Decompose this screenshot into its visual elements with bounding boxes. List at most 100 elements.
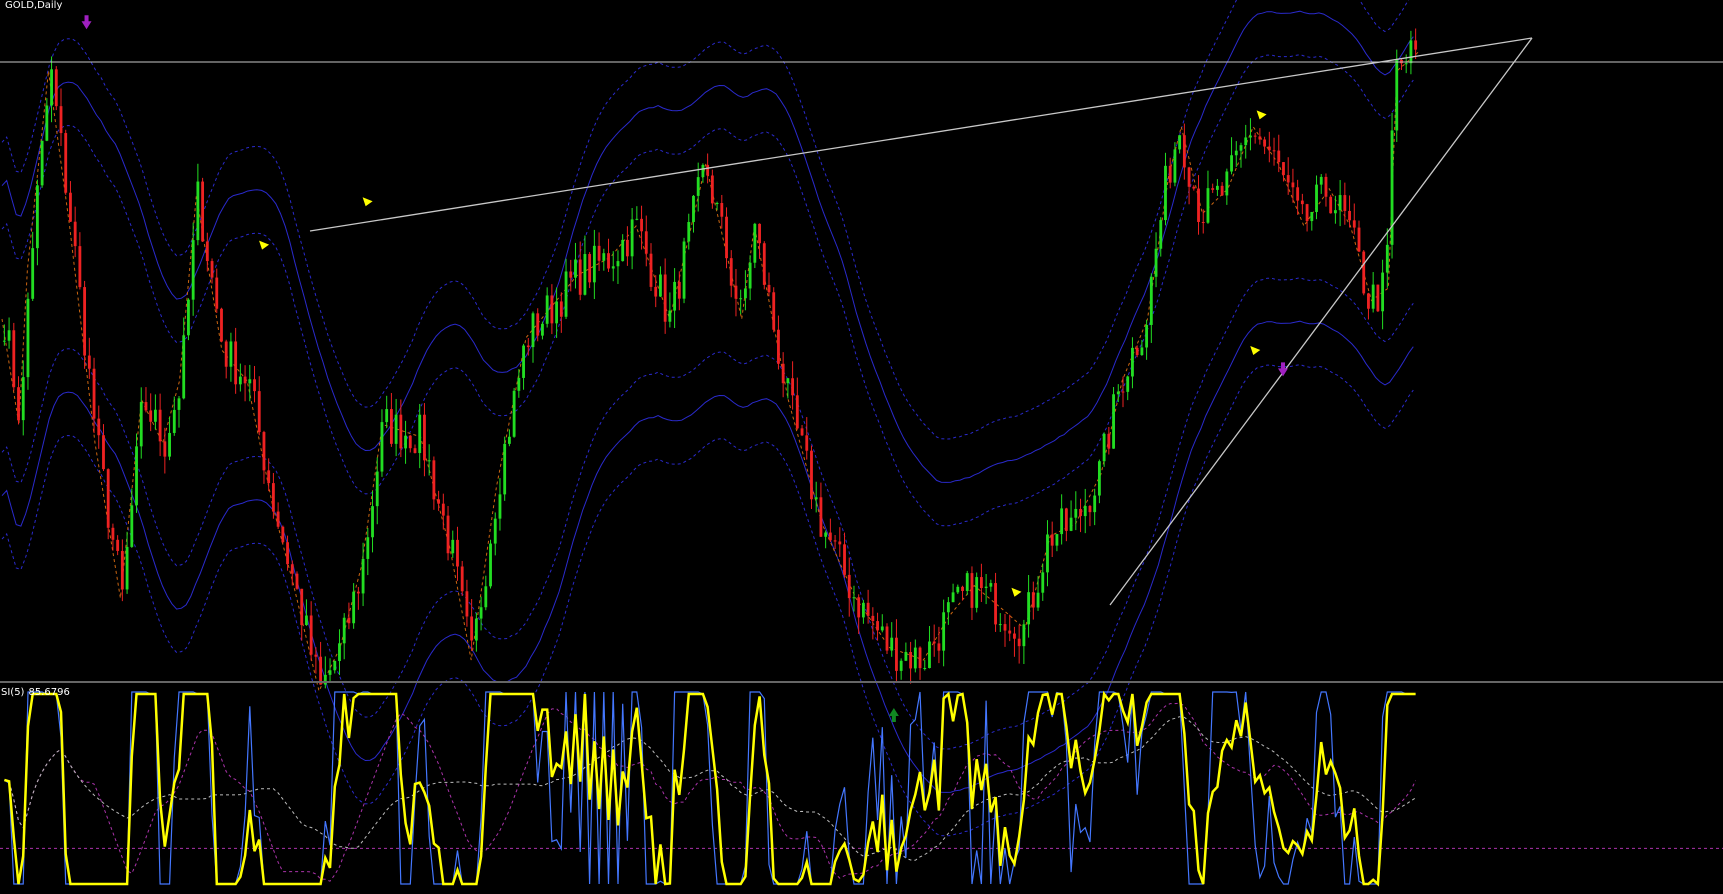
- candle-body[interactable]: [1258, 136, 1262, 140]
- candle-body[interactable]: [456, 539, 459, 567]
- candle-body[interactable]: [748, 262, 752, 289]
- candle-body[interactable]: [625, 239, 629, 257]
- candle-body[interactable]: [517, 377, 521, 391]
- candle-body[interactable]: [1296, 187, 1300, 201]
- candle-body[interactable]: [21, 377, 25, 421]
- candle-body[interactable]: [380, 422, 384, 472]
- candle-body[interactable]: [262, 432, 266, 471]
- candle-body[interactable]: [1036, 592, 1040, 608]
- candle-body[interactable]: [1083, 505, 1087, 517]
- candle-body[interactable]: [1225, 171, 1229, 196]
- candle-body[interactable]: [92, 368, 96, 419]
- candle-body[interactable]: [512, 390, 516, 437]
- candle-body[interactable]: [1041, 572, 1045, 593]
- candle-body[interactable]: [1362, 251, 1366, 294]
- candle-body[interactable]: [111, 527, 115, 540]
- candle-body[interactable]: [1371, 284, 1375, 309]
- candle-body[interactable]: [592, 245, 596, 283]
- candle-body[interactable]: [40, 140, 44, 186]
- candle-body[interactable]: [489, 543, 492, 587]
- candle-body[interactable]: [45, 105, 49, 141]
- candle-body[interactable]: [989, 583, 993, 587]
- candle-body[interactable]: [951, 592, 955, 603]
- candle-body[interactable]: [866, 602, 870, 616]
- candle-body[interactable]: [899, 660, 903, 671]
- candle-body[interactable]: [305, 615, 308, 626]
- candle-body[interactable]: [281, 526, 285, 543]
- candle-body[interactable]: [668, 310, 672, 322]
- candle-body[interactable]: [1187, 167, 1191, 187]
- candle-body[interactable]: [923, 668, 927, 670]
- candle-body[interactable]: [1385, 244, 1389, 273]
- candle-body[interactable]: [663, 274, 667, 322]
- candle-body[interactable]: [1338, 195, 1342, 211]
- candle-body[interactable]: [153, 409, 157, 422]
- candle-body[interactable]: [465, 591, 469, 617]
- candle-body[interactable]: [1414, 40, 1418, 50]
- candle-body[interactable]: [389, 409, 393, 444]
- candle-body[interactable]: [1017, 638, 1021, 647]
- candle-body[interactable]: [87, 355, 91, 369]
- candle-body[interactable]: [437, 499, 441, 504]
- candle-body[interactable]: [1145, 324, 1149, 348]
- candle-body[interactable]: [522, 345, 525, 378]
- candle-body[interactable]: [1003, 624, 1007, 631]
- candle-body[interactable]: [1315, 184, 1318, 212]
- candle-body[interactable]: [106, 469, 110, 528]
- candle-body[interactable]: [814, 497, 818, 500]
- candle-body[interactable]: [588, 254, 592, 283]
- candle-body[interactable]: [26, 298, 30, 378]
- candle-body[interactable]: [1107, 433, 1111, 449]
- candle-body[interactable]: [677, 281, 681, 299]
- candle-body[interactable]: [1230, 155, 1233, 172]
- candle-body[interactable]: [1310, 211, 1314, 222]
- candle-body[interactable]: [979, 577, 983, 589]
- candle-body[interactable]: [710, 175, 714, 204]
- candle-body[interactable]: [1178, 135, 1182, 150]
- candle-body[interactable]: [172, 409, 176, 433]
- candle-body[interactable]: [253, 379, 256, 392]
- candle-body[interactable]: [555, 301, 559, 324]
- candle-body[interactable]: [602, 253, 606, 261]
- candle-body[interactable]: [597, 245, 601, 261]
- candle-body[interactable]: [531, 313, 535, 348]
- candle-body[interactable]: [762, 243, 766, 285]
- candle-body[interactable]: [795, 395, 799, 429]
- candle-body[interactable]: [1215, 185, 1219, 190]
- candle-body[interactable]: [1069, 517, 1073, 531]
- candle-body[interactable]: [158, 409, 162, 442]
- candle-body[interactable]: [1324, 176, 1328, 197]
- candle-body[interactable]: [913, 647, 917, 669]
- candle-body[interactable]: [1140, 347, 1144, 356]
- candle-body[interactable]: [616, 261, 620, 267]
- candle-body[interactable]: [1046, 534, 1049, 573]
- candle-body[interactable]: [64, 133, 68, 193]
- candle-body[interactable]: [1404, 63, 1408, 65]
- candle-body[interactable]: [187, 299, 190, 336]
- candle-body[interactable]: [286, 542, 289, 565]
- candle-body[interactable]: [791, 378, 795, 396]
- candle-body[interactable]: [1097, 461, 1101, 496]
- candle-body[interactable]: [569, 271, 573, 278]
- candle-body[interactable]: [290, 564, 294, 574]
- candle-body[interactable]: [696, 177, 700, 196]
- candle-body[interactable]: [701, 164, 705, 178]
- candle-body[interactable]: [729, 258, 733, 286]
- candle-body[interactable]: [441, 503, 445, 516]
- candle-body[interactable]: [611, 266, 615, 269]
- candle-body[interactable]: [852, 597, 856, 599]
- candle-body[interactable]: [347, 617, 351, 624]
- candle-body[interactable]: [578, 259, 582, 295]
- candle-body[interactable]: [234, 341, 238, 385]
- candle-body[interactable]: [946, 602, 950, 613]
- candle-body[interactable]: [1126, 376, 1130, 392]
- candle-body[interactable]: [559, 301, 563, 317]
- candle-body[interactable]: [120, 550, 124, 590]
- candle-body[interactable]: [706, 164, 710, 176]
- candle-body[interactable]: [942, 612, 946, 651]
- candle-body[interactable]: [224, 341, 228, 367]
- candle-body[interactable]: [1168, 165, 1172, 183]
- candle-body[interactable]: [739, 298, 743, 300]
- candle-body[interactable]: [385, 409, 389, 423]
- candle-body[interactable]: [73, 221, 77, 247]
